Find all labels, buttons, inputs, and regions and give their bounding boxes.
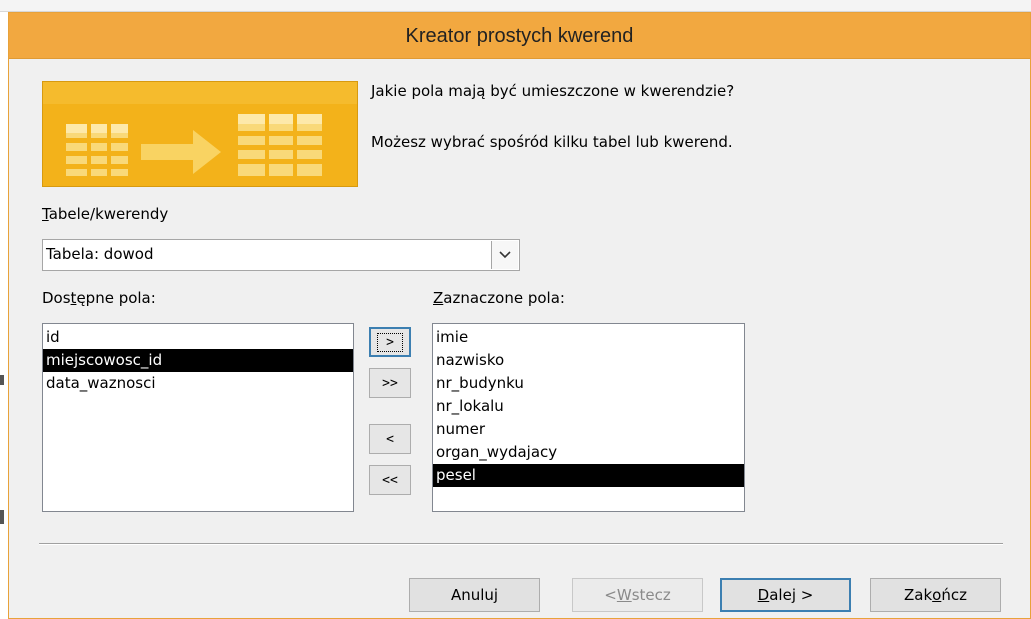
wizard-question: Jakie pola mają być umieszczone w kweren… bbox=[371, 82, 735, 100]
finish-label-post: ńcz bbox=[941, 586, 967, 604]
selected-label-accesskey: Z bbox=[433, 289, 444, 307]
background-app-edge bbox=[0, 12, 8, 619]
footer-separator bbox=[39, 543, 1003, 545]
available-label-pre: Dos bbox=[42, 289, 71, 307]
tables-label-accesskey: T bbox=[42, 205, 49, 223]
available-field-item[interactable]: miejscowosc_id bbox=[43, 349, 353, 372]
add-all-fields-button[interactable]: >> bbox=[369, 368, 411, 398]
remove-all-fields-button[interactable]: << bbox=[369, 465, 411, 495]
selected-field-item[interactable]: nr_lokalu bbox=[433, 395, 744, 418]
back-label-accesskey: W bbox=[616, 586, 632, 604]
available-label-post: ępne pola: bbox=[76, 289, 156, 307]
back-button[interactable]: < Wstecz bbox=[572, 578, 703, 612]
available-field-item[interactable]: id bbox=[43, 326, 353, 349]
tables-queries-combo[interactable]: Tabela: dowod bbox=[42, 239, 520, 271]
tables-label-text: abele/kwerendy bbox=[48, 205, 169, 223]
remove-field-label: < bbox=[386, 431, 394, 447]
background-mark bbox=[0, 375, 4, 385]
tables-queries-label: Tabele/kwerendy bbox=[42, 205, 168, 223]
available-fields-label: Dostępne pola: bbox=[42, 289, 156, 307]
selected-field-item[interactable]: imie bbox=[433, 326, 744, 349]
selected-fields-label: Zaznaczone pola: bbox=[433, 289, 565, 307]
tables-queries-value: Tabela: dowod bbox=[46, 245, 154, 263]
cancel-button[interactable]: Anuluj bbox=[409, 578, 540, 612]
title-bar[interactable]: Kreator prostych kwerend bbox=[9, 13, 1030, 59]
selected-field-item[interactable]: organ_wydajacy bbox=[433, 441, 744, 464]
selected-field-item[interactable]: numer bbox=[433, 418, 744, 441]
next-label-post: alej > bbox=[769, 586, 814, 604]
simple-query-wizard-dialog: Kreator prostych kwerend Jakie pola mają… bbox=[8, 12, 1031, 619]
remove-all-label: << bbox=[382, 472, 398, 488]
finish-button[interactable]: Zak o ńcz bbox=[870, 578, 1001, 612]
available-fields-list[interactable]: id miejscowosc_id data_waznosci bbox=[42, 323, 354, 512]
cancel-label: Anuluj bbox=[450, 586, 499, 604]
table-transform-icon bbox=[42, 81, 358, 187]
next-button[interactable]: Dalej > bbox=[720, 578, 851, 612]
finish-label-accesskey: o bbox=[932, 586, 942, 604]
selected-fields-list[interactable]: imie nazwisko nr_budynku nr_lokalu numer orga… bbox=[432, 323, 745, 512]
back-label-post: stecz bbox=[631, 586, 671, 604]
background-ribbon bbox=[0, 0, 1031, 12]
available-field-item[interactable]: data_waznosci bbox=[43, 372, 353, 395]
selected-field-item[interactable]: pesel bbox=[433, 464, 744, 487]
wizard-hint: Możesz wybrać spośród kilku tabel lub kw… bbox=[371, 133, 733, 151]
chevron-down-icon bbox=[499, 251, 511, 259]
selected-label-text: aznaczone pola: bbox=[443, 289, 565, 307]
background-mark bbox=[0, 510, 4, 524]
combo-dropdown-button[interactable] bbox=[491, 241, 518, 269]
selected-field-item[interactable]: nazwisko bbox=[433, 349, 744, 372]
selected-field-item[interactable]: nr_budynku bbox=[433, 372, 744, 395]
add-field-label: > bbox=[377, 332, 403, 352]
next-label-accesskey: D bbox=[757, 586, 770, 604]
dialog-title: Kreator prostych kwerend bbox=[405, 25, 634, 47]
add-field-button[interactable]: > bbox=[369, 327, 411, 357]
remove-field-button[interactable]: < bbox=[369, 424, 411, 454]
finish-label-pre: Zak bbox=[904, 586, 933, 604]
back-label-pre: < bbox=[604, 586, 617, 604]
add-all-label: >> bbox=[382, 375, 398, 391]
